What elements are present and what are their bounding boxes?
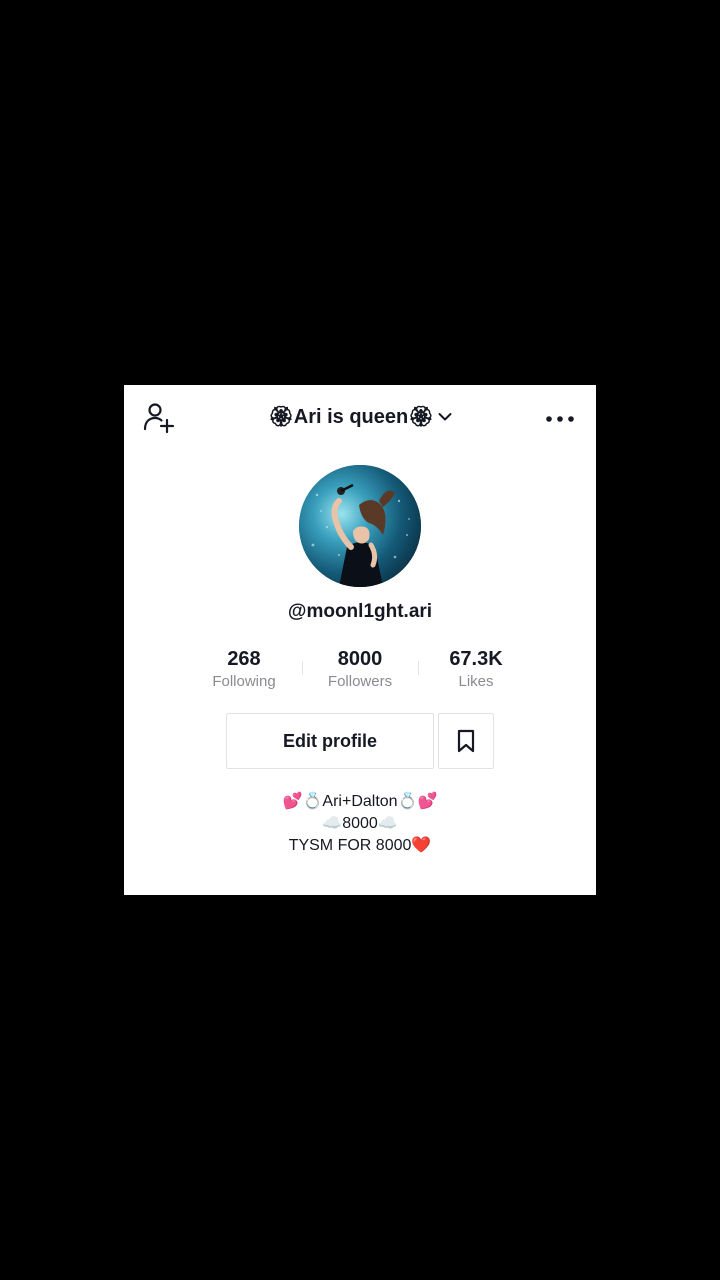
- bookmark-icon: [457, 729, 475, 753]
- edit-profile-button[interactable]: Edit profile: [226, 713, 434, 769]
- likes-label: Likes: [458, 673, 494, 690]
- chevron-down-icon: [438, 402, 452, 430]
- following-stat[interactable]: 268 Following: [186, 647, 302, 693]
- profile-card: 🏵Ari is queen🏵 @moonl1ght.ari 268 Follow…: [124, 385, 596, 895]
- profile-handle: @moonl1ght.ari: [287, 601, 433, 622]
- account-switcher[interactable]: 🏵Ari is queen🏵: [124, 403, 596, 431]
- avatar[interactable]: [299, 465, 421, 587]
- bookmarks-button[interactable]: [438, 713, 494, 769]
- account-title: 🏵Ari is queen🏵: [268, 406, 434, 428]
- following-count: 268: [227, 648, 261, 670]
- likes-stat[interactable]: 67.3K Likes: [418, 647, 534, 693]
- likes-count: 67.3K: [449, 648, 503, 670]
- bio: 💕💍Ari+Dalton💍💕 ☁️8000☁️ TYSM FOR 8000❤️: [124, 791, 596, 857]
- bio-line: ☁️8000☁️: [322, 815, 398, 832]
- followers-stat[interactable]: 8000 Followers: [302, 647, 418, 693]
- stats-row: 268 Following 8000 Followers 67.3K Likes: [186, 647, 534, 697]
- followers-label: Followers: [327, 673, 393, 690]
- more-options-icon[interactable]: [544, 409, 576, 429]
- bio-line: 💕💍Ari+Dalton💍💕: [282, 793, 438, 810]
- bio-line: TYSM FOR 8000❤️: [288, 837, 432, 854]
- top-bar: 🏵Ari is queen🏵: [124, 385, 596, 451]
- followers-count: 8000: [337, 648, 383, 670]
- following-label: Following: [212, 673, 276, 690]
